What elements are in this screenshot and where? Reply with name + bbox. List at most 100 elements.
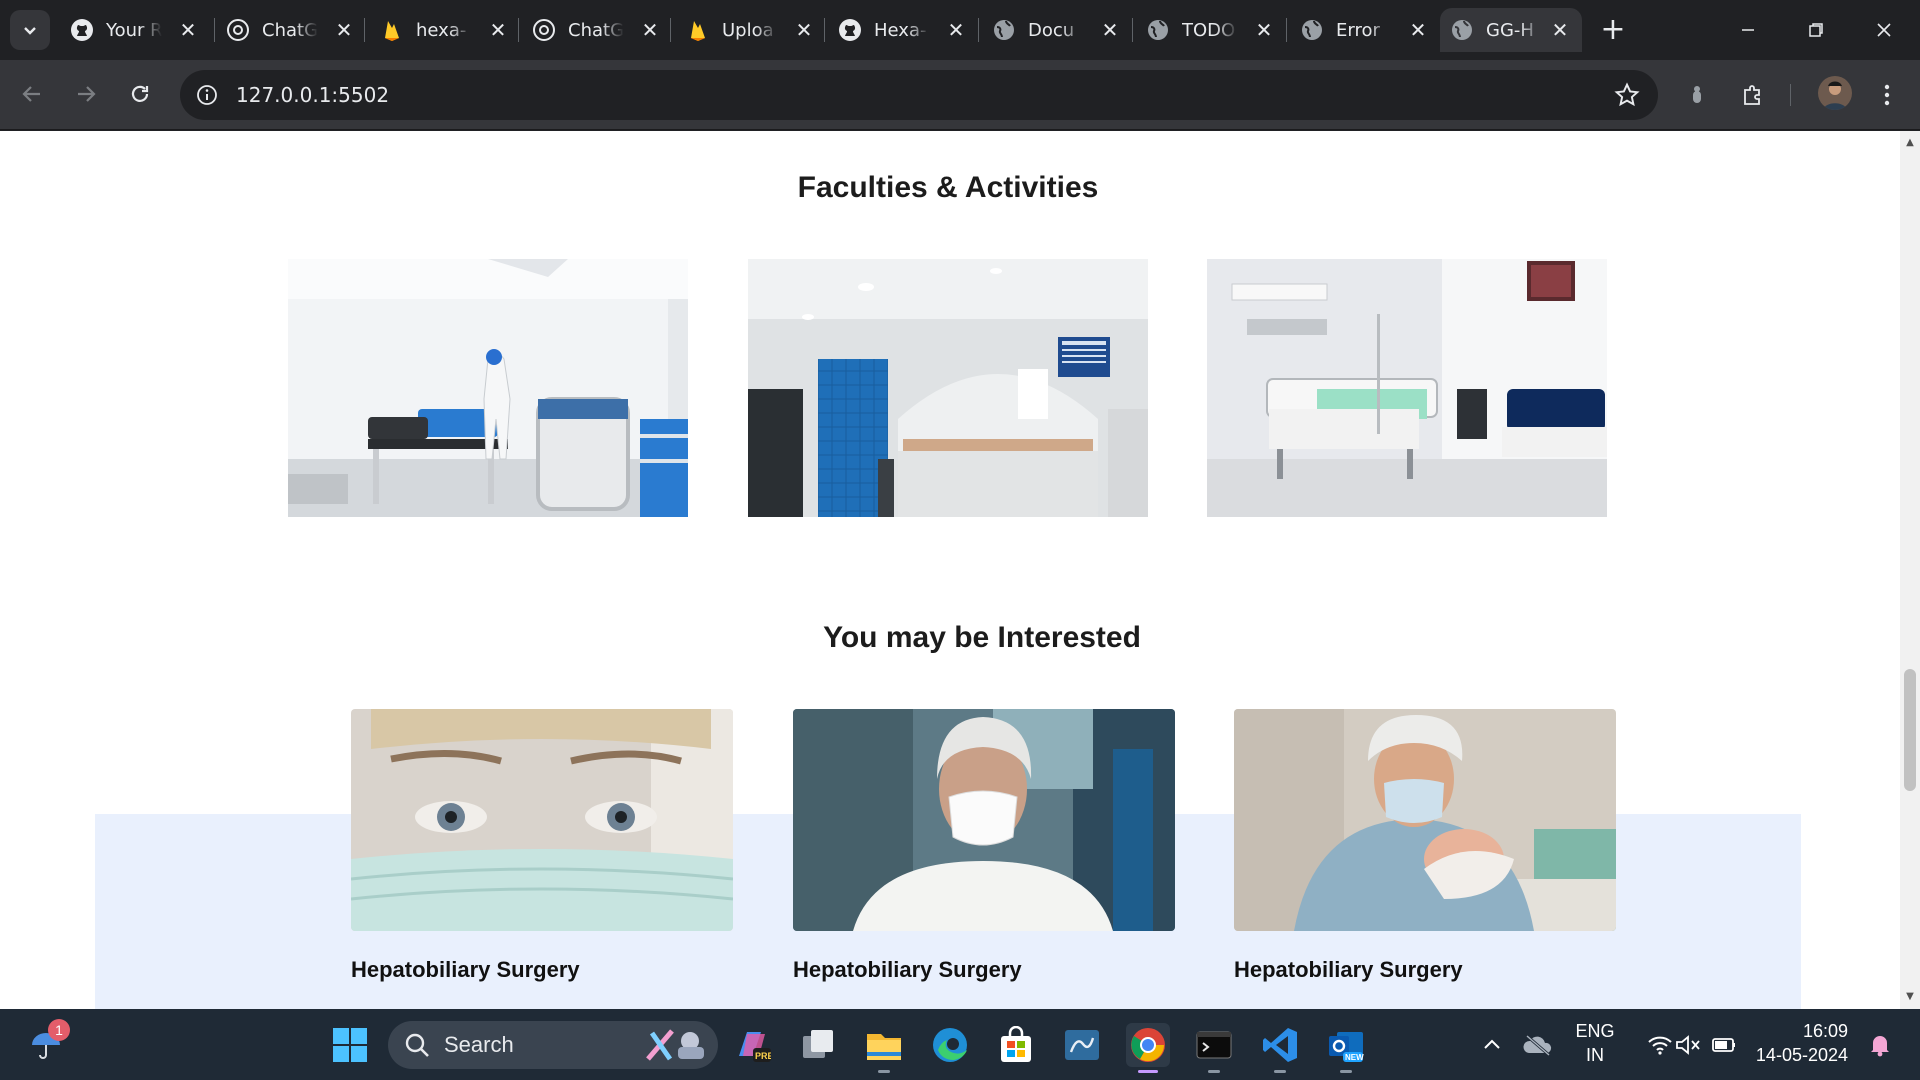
hospital-reception-photo (748, 259, 1148, 517)
folder-icon (867, 1034, 901, 1060)
site-info-icon[interactable] (192, 80, 222, 110)
input-language[interactable]: ENG (1570, 1021, 1620, 1042)
tab-title: Hexa- (874, 19, 927, 41)
close-tab-icon[interactable]: ✕ (332, 18, 356, 42)
tab-title: ChatG (262, 19, 318, 41)
interested-heading: You may be Interested (823, 621, 1141, 654)
copilot-icon: PRE (739, 1032, 771, 1062)
speaker-muted-icon (1676, 1035, 1700, 1055)
arrow-left-icon (22, 86, 40, 102)
browser-tab[interactable]: Hexa- ✕ (828, 8, 978, 52)
service-card[interactable]: Hepatobiliary Surgery (351, 709, 733, 983)
profile-avatar[interactable] (1818, 76, 1852, 110)
close-tab-icon[interactable]: ✕ (486, 18, 510, 42)
browser-tab[interactable]: Your R ✕ (60, 8, 210, 52)
close-tab-icon[interactable]: ✕ (792, 18, 816, 42)
openai-icon (226, 18, 250, 42)
github-icon (70, 18, 94, 42)
close-tab-icon[interactable]: ✕ (1252, 18, 1276, 42)
tab-title: Uploa (722, 19, 774, 41)
taskbar-search-box[interactable]: Search (388, 1021, 718, 1069)
page-scrollbar[interactable]: ▲ ▼ (1900, 131, 1920, 1009)
browser-tab[interactable]: ChatG ✕ (522, 8, 672, 52)
browser-tab[interactable]: Uploa ✕ (676, 8, 826, 52)
chrome-app[interactable] (1126, 1023, 1170, 1073)
outlook-app[interactable]: NEW (1324, 1023, 1368, 1073)
address-bar[interactable]: 127.0.0.1:5502 (180, 70, 1658, 120)
close-tab-icon[interactable]: ✕ (1098, 18, 1122, 42)
svg-text:NEW: NEW (1345, 1053, 1364, 1062)
service-card-title: Hepatobiliary Surgery (793, 957, 1022, 982)
globe-icon (992, 18, 1016, 42)
tab-title: Docu (1028, 19, 1075, 41)
restore-button[interactable] (1796, 12, 1836, 48)
browser-tab[interactable]: ChatG ✕ (216, 8, 366, 52)
hospital-ward-photo (1207, 259, 1607, 517)
close-window-button[interactable] (1864, 12, 1904, 48)
edge-app[interactable] (928, 1023, 972, 1067)
task-view-icon (803, 1030, 833, 1058)
battery-status[interactable] (1702, 1023, 1746, 1067)
openai-icon (532, 18, 556, 42)
terminal-icon (1196, 1031, 1232, 1059)
close-tab-icon[interactable]: ✕ (1406, 18, 1430, 42)
globe-icon (1146, 18, 1170, 42)
browser-tab[interactable]: hexa- ✕ (370, 8, 520, 52)
database-workbench-icon (1065, 1030, 1099, 1060)
microsoft-store-app[interactable] (994, 1023, 1038, 1067)
reload-button[interactable] (120, 74, 160, 114)
service-card[interactable]: Hepatobiliary Surgery (1234, 709, 1616, 983)
tab-search-button[interactable] (10, 10, 50, 50)
close-tab-icon[interactable]: ✕ (176, 18, 200, 42)
browser-tab[interactable]: TODO ✕ (1136, 8, 1286, 52)
copilot-app[interactable]: PRE (730, 1023, 774, 1067)
close-tab-icon[interactable]: ✕ (944, 18, 968, 42)
outlook-icon: NEW (1329, 1032, 1364, 1062)
cloud-offline-icon (1523, 1034, 1552, 1057)
extensions-puzzle-icon[interactable] (1738, 80, 1768, 110)
extension-icon[interactable] (1682, 80, 1712, 110)
terminal-app[interactable] (1192, 1023, 1236, 1073)
masked-nurse-photo (351, 709, 733, 931)
input-region[interactable]: IN (1570, 1045, 1620, 1066)
tab-title: Your R (106, 19, 162, 41)
store-bag-icon (1001, 1026, 1031, 1062)
forward-button[interactable] (66, 74, 106, 114)
new-tab-button[interactable]: + (1596, 14, 1630, 48)
windows-logo-icon (333, 1028, 367, 1062)
more-menu-icon[interactable] (1872, 80, 1902, 110)
minimize-button[interactable] (1728, 12, 1768, 48)
scroll-down-arrow-icon[interactable]: ▼ (1904, 991, 1916, 1003)
start-button[interactable] (328, 1023, 372, 1067)
search-highlight-icon (646, 1029, 704, 1061)
browser-tab[interactable]: Error ✕ (1290, 8, 1440, 52)
windows-taskbar: 1 Search PRE NEW ENG IN 16:09 14-05-2024 (0, 1009, 1920, 1080)
vscode-app[interactable] (1258, 1023, 1302, 1073)
clock-time[interactable]: 16:09 (1754, 1021, 1848, 1042)
page-viewport: Faculties & Activities You may be Intere… (0, 131, 1900, 1009)
notifications-button[interactable] (1858, 1023, 1902, 1067)
vscode-icon (1263, 1028, 1297, 1062)
show-hidden-icons-button[interactable] (1470, 1023, 1514, 1067)
back-button[interactable] (12, 74, 52, 114)
tab-title: ChatG (568, 19, 624, 41)
browser-tab[interactable]: Docu ✕ (982, 8, 1132, 52)
task-view-app[interactable] (796, 1023, 840, 1067)
tab-title: TODO (1182, 19, 1236, 41)
weather-widget[interactable]: 1 (24, 1019, 70, 1065)
service-card[interactable]: Hepatobiliary Surgery (793, 709, 1175, 983)
mysql-workbench-app[interactable] (1060, 1023, 1104, 1067)
file-explorer-app[interactable] (862, 1023, 906, 1073)
browser-tab-active[interactable]: GG-H ✕ (1440, 8, 1582, 52)
scroll-up-arrow-icon[interactable]: ▲ (1904, 137, 1916, 149)
close-tab-icon[interactable]: ✕ (1548, 18, 1572, 42)
firebase-icon (686, 18, 710, 42)
clock-date[interactable]: 14-05-2024 (1754, 1045, 1848, 1066)
onedrive-status[interactable] (1516, 1023, 1560, 1067)
close-tab-icon[interactable]: ✕ (638, 18, 662, 42)
service-card-title: Hepatobiliary Surgery (1234, 957, 1463, 982)
scrollbar-thumb[interactable] (1904, 669, 1916, 791)
bookmark-star-icon[interactable] (1614, 82, 1640, 112)
globe-icon (1300, 18, 1324, 42)
search-icon (405, 1033, 429, 1057)
